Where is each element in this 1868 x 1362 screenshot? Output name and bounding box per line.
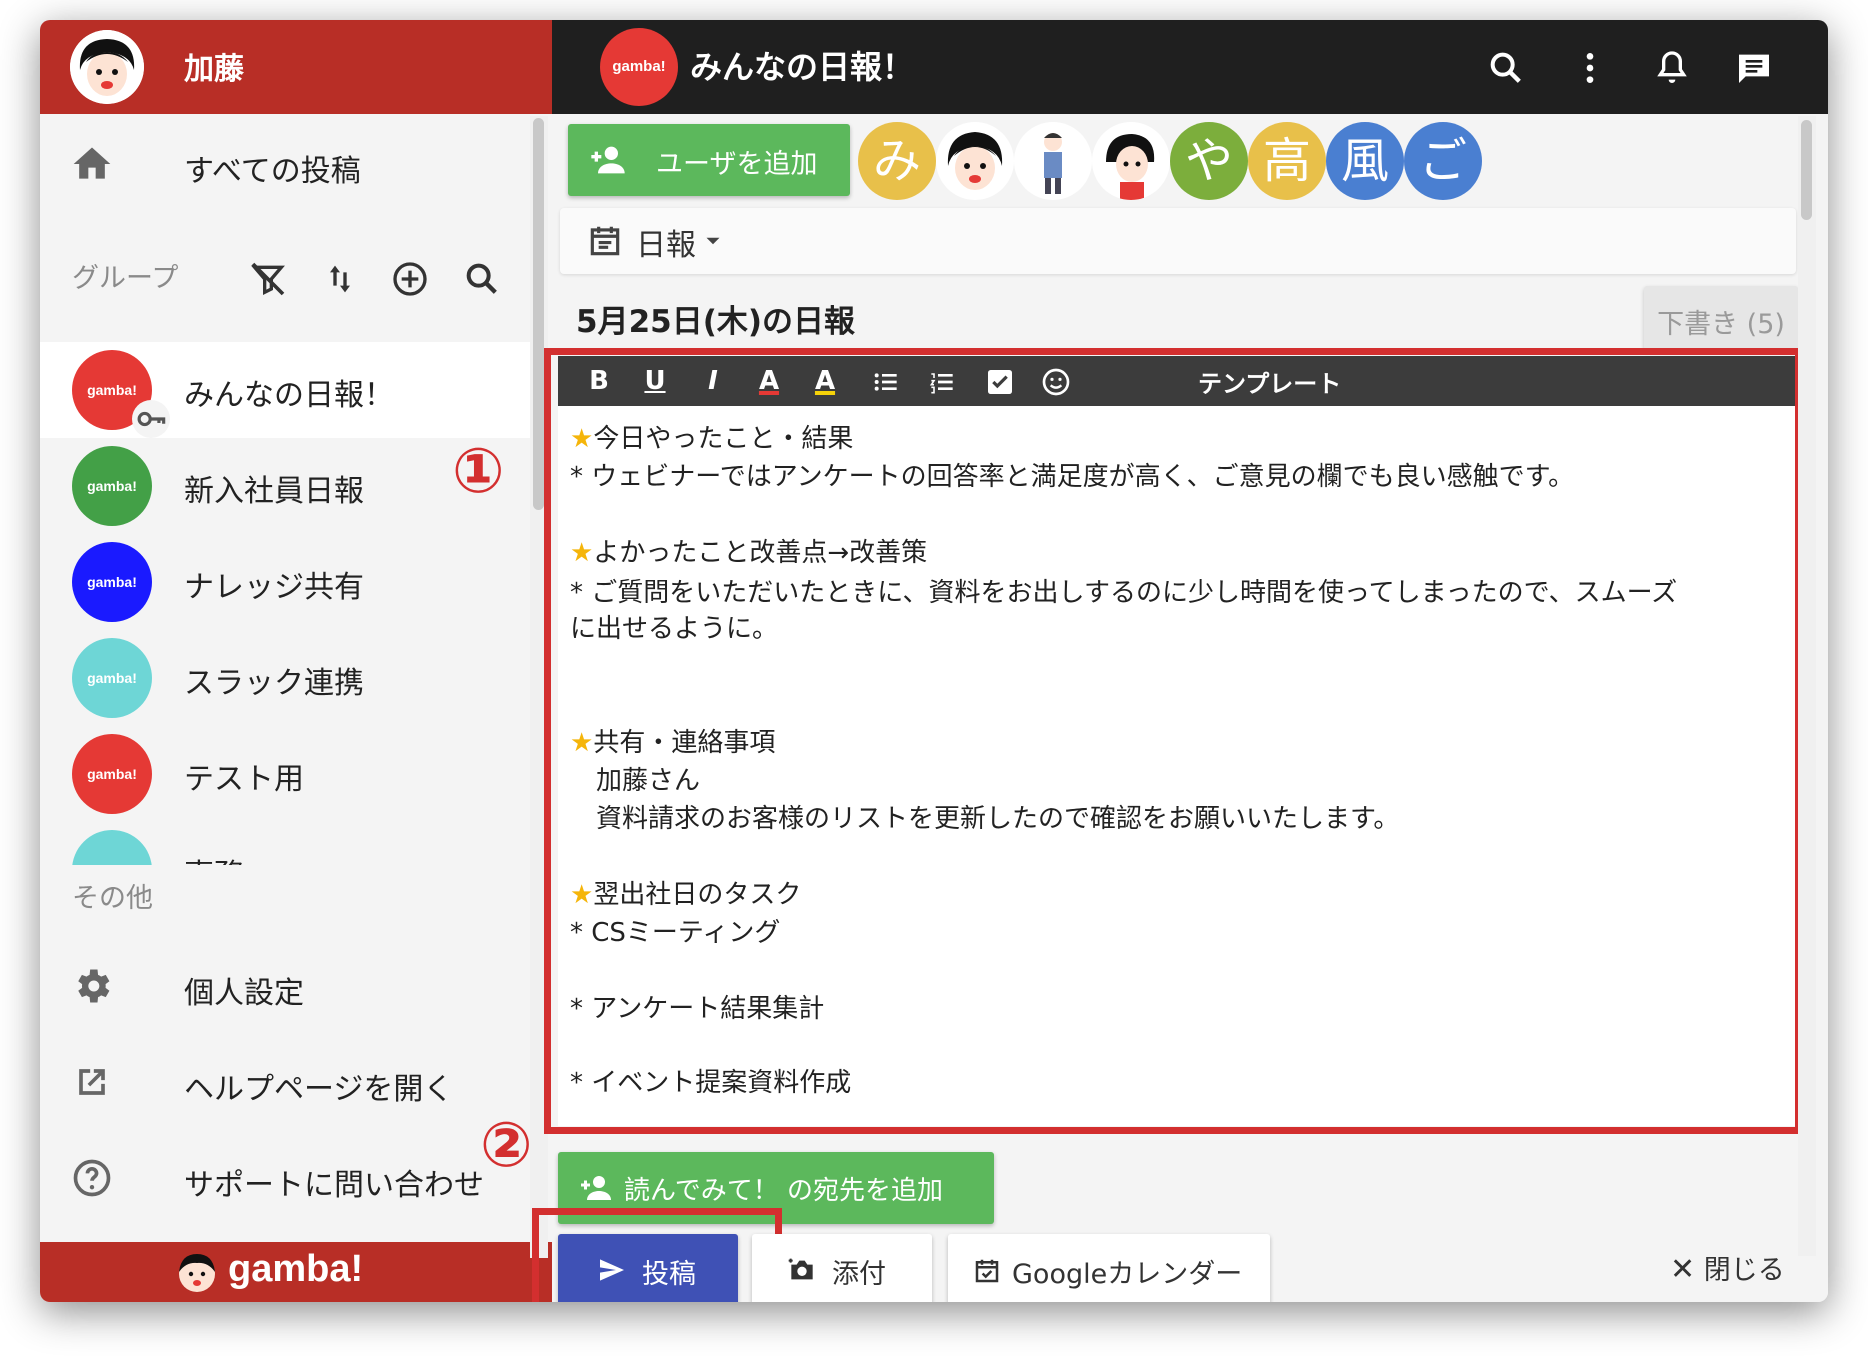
sidebar-username: 加藤 (184, 52, 244, 87)
key-icon (132, 400, 170, 438)
nav-support[interactable]: サポートに問い合わせ (40, 1130, 530, 1226)
sort-icon[interactable] (320, 254, 360, 304)
add-person-icon (591, 146, 625, 174)
post-type-label: 日報 (636, 228, 696, 263)
group-avatar: gamba! (72, 734, 152, 814)
camera-icon (788, 1258, 813, 1280)
sidebar-header: 加藤 (40, 20, 552, 114)
attach-label: 添付 (832, 1259, 886, 1290)
group-list: gamba! みんなの日報！ gamba! 新入社員日報 gamba! ナレッジ… (40, 320, 530, 865)
member-avatar-4[interactable]: や (1170, 122, 1248, 200)
group-label: スラック連携 (184, 666, 364, 701)
scroll-thumb[interactable] (1801, 120, 1812, 220)
chat-icon[interactable] (1734, 48, 1774, 88)
draft-button[interactable]: 下書き (5) (1644, 286, 1798, 350)
gear-icon (78, 969, 110, 1003)
nav-all-posts[interactable]: すべての投稿 (40, 116, 530, 212)
google-calendar-label: Googleカレンダー (1012, 1259, 1243, 1290)
filter-off-icon[interactable] (248, 254, 288, 304)
annotation-marker-2: ② (480, 1108, 533, 1181)
nav-all-posts-label: すべての投稿 (184, 154, 361, 189)
help-circle-icon (73, 1159, 111, 1197)
sidebar-footer: gamba! (40, 1242, 552, 1302)
main-panel: gamba! みんなの日報！ ユーザを追加 み や 高 風 ご 日報 5月25日… (532, 20, 1828, 1302)
annotation-marker-1: ① (452, 434, 505, 507)
group-label: 事務 (184, 850, 244, 865)
add-person-icon (581, 1176, 611, 1200)
topbar: gamba! みんなの日報！ (552, 20, 1828, 114)
search-groups-icon[interactable] (462, 254, 502, 304)
group-avatar: gamba! (72, 638, 152, 718)
main-scrollbar[interactable] (1798, 116, 1816, 1256)
group-item-4[interactable]: gamba! テスト用 (40, 726, 530, 822)
draft-label: 下書き (5) (1657, 309, 1785, 340)
mascot-icon (179, 1254, 215, 1292)
group-label: 新入社員日報 (184, 474, 364, 509)
member-avatar-1[interactable] (936, 122, 1014, 200)
dropdown-arrow-icon (706, 237, 720, 245)
group-item-3[interactable]: gamba! スラック連携 (40, 630, 530, 726)
nav-settings-label: 個人設定 (184, 976, 304, 1011)
group-avatar: gamba! (72, 542, 152, 622)
groups-section-label: グループ (72, 263, 179, 294)
group-logo: gamba! (600, 28, 678, 106)
more-vert-icon[interactable] (1570, 48, 1610, 88)
add-user-label: ユーザを追加 (656, 149, 818, 180)
home-icon (73, 147, 111, 179)
group-label: みんなの日報！ (184, 378, 394, 413)
google-calendar-button[interactable]: Googleカレンダー (948, 1234, 1270, 1302)
close-label: 閉じる (1703, 1255, 1785, 1286)
post-type-select[interactable]: 日報 (560, 208, 1796, 274)
calendar-check-icon (975, 1259, 999, 1283)
read-request-label: 読んでみて！ の宛先を追加 (624, 1176, 943, 1206)
member-avatar-2[interactable] (1014, 122, 1092, 200)
calendar-note-icon (590, 226, 620, 256)
open-external-icon (79, 1069, 105, 1095)
nav-help-label: ヘルプページを開く (184, 1072, 454, 1107)
group-avatar: gamba! (72, 446, 152, 526)
nav-settings[interactable]: 個人設定 (40, 938, 530, 1034)
footer-brand: gamba! (228, 1248, 364, 1290)
close-icon: ✕ (1670, 1252, 1696, 1287)
user-avatar[interactable] (70, 30, 144, 104)
member-avatar-7[interactable]: ご (1404, 122, 1482, 200)
sidebar: 加藤 すべての投稿 グループ gamba! みんなの日報！ gamba! 新入社… (40, 20, 552, 1302)
annotation-box-submit (532, 1208, 782, 1302)
add-user-button[interactable]: ユーザを追加 (568, 124, 850, 196)
group-avatar (72, 830, 152, 865)
add-group-icon[interactable] (390, 254, 430, 304)
attach-button[interactable]: 添付 (752, 1234, 932, 1302)
scroll-thumb[interactable] (533, 118, 544, 510)
post-title[interactable]: 5月25日(木)の日報 (576, 296, 855, 341)
bell-icon[interactable] (1652, 48, 1692, 88)
group-item-5[interactable]: 事務 (40, 822, 530, 865)
search-icon[interactable] (1486, 48, 1526, 88)
close-button[interactable]: ✕ 閉じる (1670, 1248, 1785, 1287)
nav-support-label: サポートに問い合わせ (184, 1168, 484, 1203)
group-item-2[interactable]: gamba! ナレッジ共有 (40, 534, 530, 630)
member-avatar-5[interactable]: 高 (1248, 122, 1326, 200)
group-label: テスト用 (184, 762, 304, 797)
group-label: ナレッジ共有 (184, 570, 364, 605)
group-item-0[interactable]: gamba! みんなの日報！ (40, 342, 530, 438)
member-avatar-3[interactable] (1092, 122, 1170, 200)
group-title: みんなの日報！ (690, 48, 915, 86)
member-avatar-0[interactable]: み (858, 122, 936, 200)
member-avatar-6[interactable]: 風 (1326, 122, 1404, 200)
nav-help[interactable]: ヘルプページを開く (40, 1034, 530, 1130)
other-section-label: その他 (72, 883, 153, 914)
app-window: 加藤 すべての投稿 グループ gamba! みんなの日報！ gamba! 新入社… (40, 20, 1828, 1302)
annotation-box-editor (544, 348, 1802, 1134)
